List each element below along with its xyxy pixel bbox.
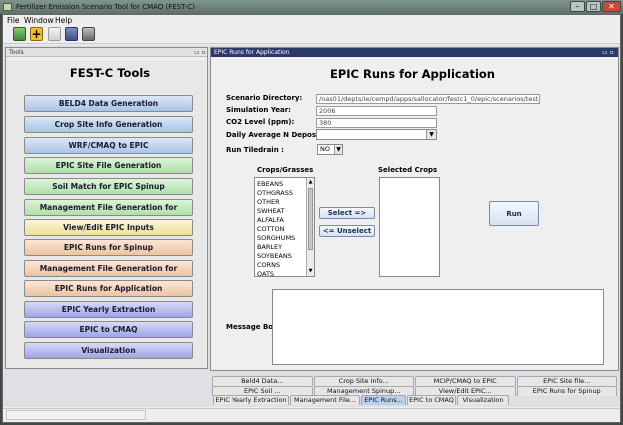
scenario-directory-field[interactable]: /nas01/depts/ie/cempd/apps/sallocator/fe…: [316, 94, 540, 104]
tools-frame-title-bar[interactable]: Tools: [6, 48, 207, 57]
crops-list[interactable]: EBEANS OTHGRASS OTHER SWHEAT ALFALFA COTTON SO…: [254, 177, 315, 278]
scroll-up-icon[interactable]: ▲: [308, 179, 313, 185]
tool-button-visualization[interactable]: Visualization: [24, 342, 193, 359]
tool-button-wrf-cmaq-to-epic[interactable]: WRF/CMAQ to EPIC: [24, 137, 193, 154]
menu-file[interactable]: File: [7, 15, 20, 26]
run-tiledrain-value: NO: [320, 145, 330, 153]
run-button[interactable]: Run: [489, 201, 539, 226]
maximize-icon[interactable]: □: [586, 1, 601, 12]
chevron-down-icon[interactable]: ▼: [334, 145, 342, 154]
tab-epic-runs[interactable]: EPIC Runs...: [361, 395, 406, 405]
tool-button-epic-runs-application[interactable]: EPIC Runs for Application: [24, 280, 193, 297]
tool-button-mgmt-spinup[interactable]: Management File Generation for Spinup: [24, 199, 193, 228]
tab-crop-site-info[interactable]: Crop Site Info...: [313, 376, 414, 386]
tool-button-crop-site-info[interactable]: Crop Site Info Generation: [24, 116, 193, 133]
simulation-year-field[interactable]: 2006: [316, 106, 437, 116]
window-title: Fertilizer Emission Scenario Tool for CM…: [16, 3, 195, 11]
tool-button-epic-to-cmaq[interactable]: EPIC to CMAQ: [24, 321, 193, 338]
tool-button-beld4[interactable]: BELD4 Data Generation: [24, 95, 193, 112]
selected-crops-list[interactable]: [379, 177, 440, 277]
co2-level-label: CO2 Level (ppm):: [226, 118, 295, 126]
n-deposition-dropdown[interactable]: ▼: [316, 129, 437, 140]
tool-button-soil-match[interactable]: Soil Match for EPIC Spinup: [24, 178, 193, 195]
co2-level-field[interactable]: 380: [316, 118, 437, 128]
scroll-down-icon[interactable]: ▼: [308, 268, 313, 274]
tools-frame-title: Tools: [9, 49, 24, 56]
tab-mcip-cmaq-to-epic[interactable]: MCIP/CMAQ to EPIC: [415, 376, 516, 386]
tab-management-file[interactable]: Management File...: [290, 395, 360, 405]
tab-epic-to-cmaq[interactable]: EPIC to CMAQ: [407, 395, 456, 405]
tool-button-mgmt-application[interactable]: Management File Generation for Applicat.…: [24, 260, 193, 289]
add-icon[interactable]: +: [30, 27, 43, 41]
epic-heading: EPIC Runs for Application: [329, 67, 495, 81]
app-icon: [3, 3, 12, 11]
new-icon[interactable]: [13, 27, 26, 41]
menu-bar: [3, 15, 620, 26]
tab-beld4-data[interactable]: Beld4 Data...: [212, 376, 313, 386]
epic-frame-title: EPIC Runs for Application: [214, 49, 290, 56]
epic-frame-controls-icon[interactable]: ▭ ▫: [602, 48, 614, 57]
save-icon[interactable]: [65, 27, 78, 41]
tab-epic-yearly-extraction[interactable]: EPIC Yearly Extraction: [213, 395, 289, 405]
copy-icon[interactable]: [48, 27, 61, 41]
message-box[interactable]: [272, 289, 604, 365]
scenario-directory-label: Scenario Directory:: [226, 94, 303, 102]
close-icon[interactable]: ✕: [602, 1, 621, 12]
run-tiledrain-label: Run Tiledrain :: [226, 146, 284, 154]
tool-button-epic-runs-spinup[interactable]: EPIC Runs for Spinup: [24, 239, 193, 256]
tool-button-epic-site-file[interactable]: EPIC Site File Generation: [24, 157, 193, 174]
menu-help[interactable]: Help: [55, 15, 72, 26]
tab-epic-runs-for-spinup[interactable]: EPIC Runs for Spinup: [516, 386, 617, 396]
epic-frame-title-bar[interactable]: EPIC Runs for Application: [211, 48, 618, 57]
crops-grasses-label: Crops/Grasses: [257, 166, 314, 174]
tool-button-view-edit-epic[interactable]: View/Edit EPIC Inputs: [24, 219, 193, 236]
tool-button-yearly-extraction[interactable]: EPIC Yearly Extraction: [24, 301, 193, 318]
menu-window[interactable]: Window: [24, 15, 54, 26]
status-field: [6, 410, 146, 420]
tools-heading: FEST-C Tools: [69, 66, 151, 80]
run-tiledrain-dropdown[interactable]: NO ▼: [317, 144, 343, 155]
select-button[interactable]: Select =>: [319, 207, 375, 219]
chevron-down-icon[interactable]: ▼: [426, 130, 436, 139]
window-title-bar[interactable]: Fertilizer Emission Scenario Tool for CM…: [0, 0, 623, 14]
unselect-button[interactable]: <= Unselect: [319, 225, 375, 237]
selected-crops-label: Selected Crops: [378, 166, 438, 174]
tools-frame-controls-icon[interactable]: ▭ ▫: [194, 48, 206, 57]
tab-epic-site-file[interactable]: EPIC Site file...: [516, 376, 617, 386]
crops-scrollbar[interactable]: ▲ ▼: [306, 178, 314, 276]
tab-visualization[interactable]: Visualization: [457, 395, 509, 405]
crops-scroll-thumb[interactable]: [308, 188, 313, 250]
simulation-year-label: Simulation Year:: [226, 106, 291, 114]
delete-icon[interactable]: [82, 27, 95, 41]
toolbar: [3, 26, 620, 44]
minimize-icon[interactable]: –: [570, 1, 585, 12]
